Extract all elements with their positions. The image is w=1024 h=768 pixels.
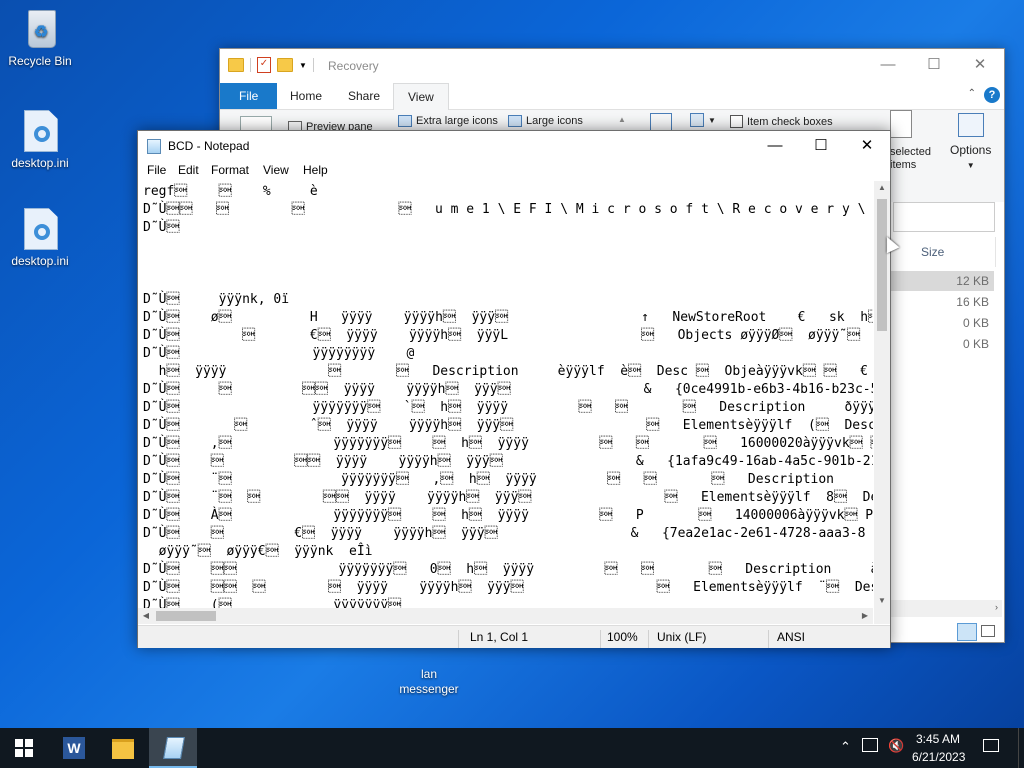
options-icon (957, 113, 984, 137)
layout-scroll-button[interactable]: ▲ (618, 115, 626, 124)
close-button[interactable]: ✕ (957, 49, 1003, 81)
tab-file[interactable]: File (220, 83, 278, 109)
recycle-bin-icon: ♻ (20, 8, 60, 52)
folder-icon (228, 58, 244, 72)
word-icon: W (63, 737, 85, 759)
show-hidden-icons-icon[interactable]: ⌃ (840, 739, 851, 755)
tab-view[interactable]: View (393, 83, 449, 110)
search-input[interactable] (893, 202, 995, 232)
notepad-text-area[interactable]: regf  % è D˜Ù    u m e 1 \ E F I … (138, 181, 873, 608)
explorer-horizontal-scrollbar[interactable]: › (891, 600, 1002, 617)
notepad-content: regf  % è D˜Ù    u m e 1 \ E F I … (143, 184, 873, 608)
horizontal-scroll-thumb[interactable] (156, 611, 216, 621)
desktop-icon-recycle-bin[interactable]: ♻ Recycle Bin (0, 8, 80, 68)
settings-file-icon (20, 110, 60, 154)
desktop-icon-lan-messenger[interactable]: lan messenger (389, 652, 469, 712)
menu-edit[interactable]: Edit (178, 163, 199, 177)
minimize-button[interactable]: — (752, 131, 798, 161)
quick-access-dropdown-icon[interactable]: ▼ (299, 61, 307, 70)
explorer-file-list: Size 12 KB 16 KB 0 KB 0 KB › (891, 202, 1004, 642)
details-view-toggle-icon[interactable] (957, 623, 977, 641)
help-icon[interactable]: ? (984, 87, 1000, 103)
file-size[interactable]: 16 KB (891, 292, 994, 312)
taskbar-file-explorer-button[interactable] (99, 728, 147, 768)
menu-format[interactable]: Format (211, 163, 249, 177)
encoding: ANSI (777, 630, 806, 644)
scroll-right-icon[interactable]: › (995, 602, 998, 612)
large-icons-option[interactable]: Large icons (508, 115, 583, 127)
resize-corner[interactable] (874, 608, 890, 624)
notepad-icon (147, 139, 161, 154)
scroll-right-icon[interactable]: ▶ (857, 608, 873, 624)
new-folder-icon[interactable] (277, 58, 293, 72)
extra-large-icons-option[interactable]: Extra large icons (398, 115, 498, 127)
action-center-icon[interactable] (983, 739, 999, 752)
menu-file[interactable]: File (147, 163, 166, 177)
maximize-button[interactable]: ☐ (798, 131, 844, 161)
hide-selected-icon (890, 110, 912, 138)
close-button[interactable]: ✕ (844, 131, 890, 161)
item-check-boxes-option[interactable]: Item check boxes (730, 115, 833, 128)
explorer-title: Recovery (328, 59, 379, 73)
current-view-button[interactable] (650, 113, 672, 131)
large-icons-view-toggle-icon[interactable] (981, 625, 995, 637)
file-size[interactable]: 0 KB (891, 334, 994, 354)
desktop-icon-label: desktop.ini (11, 254, 69, 268)
tab-home[interactable]: Home (276, 83, 336, 109)
notepad-icon (163, 737, 185, 759)
desktop-icon-label: lan messenger (399, 667, 459, 696)
ribbon-collapse-icon[interactable]: ⌃ (968, 88, 976, 99)
start-button[interactable] (0, 728, 48, 768)
clock-time[interactable]: 3:45 AM (916, 732, 960, 746)
explorer-view-switcher (891, 621, 1002, 641)
cursor-position: Ln 1, Col 1 (470, 630, 529, 644)
properties-icon[interactable]: ✓ (257, 57, 271, 73)
notepad-status-bar: Ln 1, Col 1 100% Unix (LF) ANSI (138, 625, 890, 648)
show-desktop-button[interactable] (1018, 728, 1024, 768)
hide-selected-items-button[interactable]: selected items (890, 110, 931, 172)
scroll-left-icon[interactable]: ◀ (138, 608, 154, 624)
details-view-icon (650, 113, 672, 131)
scroll-up-icon[interactable]: ▲ (874, 181, 890, 195)
item-check-boxes-checkbox[interactable] (730, 115, 743, 128)
sort-by-button[interactable]: ▼ (690, 113, 716, 127)
zoom-level: 100% (607, 630, 638, 644)
file-explorer-icon (112, 739, 134, 759)
desktop-icon-desktop-ini-1[interactable]: desktop.ini (0, 110, 80, 170)
notepad-title-bar[interactable]: BCD - Notepad — ☐ ✕ (138, 131, 890, 161)
file-size[interactable]: 0 KB (891, 313, 994, 333)
clock-date[interactable]: 6/21/2023 (912, 750, 965, 764)
menu-help[interactable]: Help (303, 163, 328, 177)
minimize-button[interactable]: — (865, 49, 911, 81)
file-size[interactable]: 12 KB (891, 271, 994, 291)
desktop-icon-label: Recycle Bin (8, 54, 72, 68)
explorer-title-bar: ✓ ▼ Recovery — ☐ ✕ (220, 49, 1004, 83)
notepad-title: BCD - Notepad (168, 139, 250, 153)
options-button[interactable]: Options ▼ (950, 113, 991, 170)
desktop-icon-desktop-ini-2[interactable]: desktop.ini (0, 208, 80, 268)
explorer-ribbon-tabs: File Home Share View ? ⌃ (220, 83, 1004, 110)
maximize-button[interactable]: ☐ (911, 49, 957, 81)
sort-icon (690, 113, 704, 127)
taskbar: W ⌃ 🔇 3:45 AM 6/21/2023 (0, 728, 1024, 768)
volume-muted-icon[interactable]: 🔇 (888, 738, 904, 754)
line-ending: Unix (LF) (657, 630, 707, 644)
options-dropdown-icon: ▼ (966, 161, 975, 170)
notepad-menu-bar: File Edit Format View Help (138, 161, 890, 181)
extra-large-icons-icon (398, 115, 412, 127)
column-header-size[interactable]: Size (891, 237, 996, 267)
vertical-scroll-thumb[interactable] (877, 199, 887, 331)
network-icon[interactable] (862, 738, 878, 752)
large-icons-icon (508, 115, 522, 127)
tab-share[interactable]: Share (334, 83, 394, 109)
taskbar-notepad-button[interactable] (149, 728, 197, 768)
taskbar-word-button[interactable]: W (50, 728, 98, 768)
desktop-icon-label: desktop.ini (11, 156, 69, 170)
menu-view[interactable]: View (263, 163, 289, 177)
notepad-window: BCD - Notepad — ☐ ✕ File Edit Format Vie… (137, 130, 891, 648)
settings-file-icon (20, 208, 60, 252)
scroll-down-icon[interactable]: ▼ (874, 594, 890, 608)
notepad-horizontal-scrollbar[interactable]: ◀ ▶ (138, 608, 873, 624)
windows-logo-icon (15, 739, 33, 757)
